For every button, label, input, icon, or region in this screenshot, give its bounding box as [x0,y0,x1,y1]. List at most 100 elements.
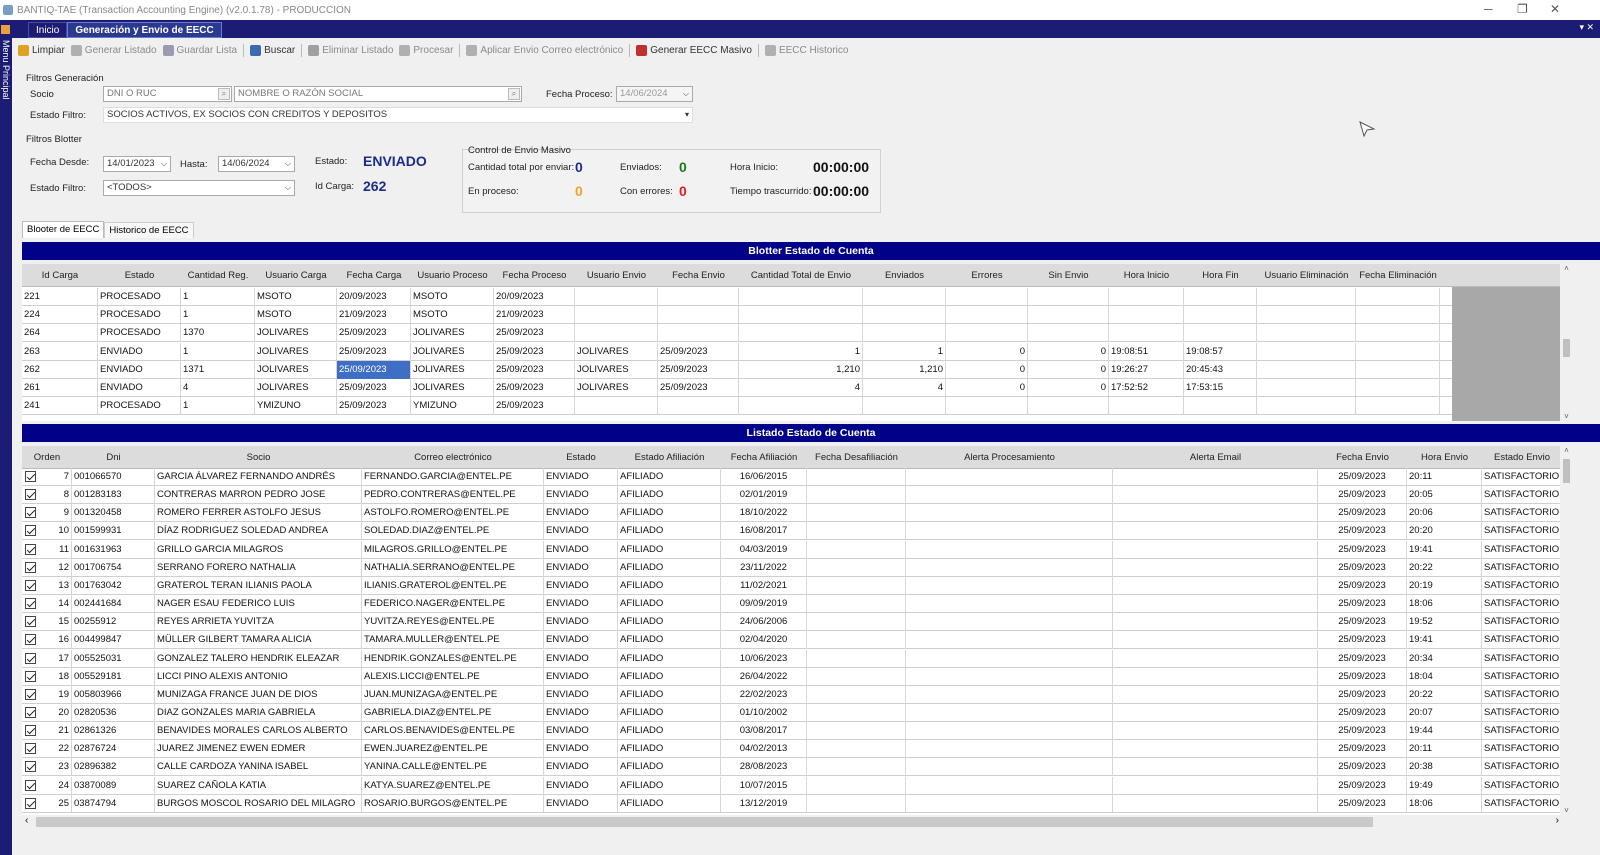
dni-ruc-input[interactable]: DNI O RUC ⌕ [103,86,232,102]
blotter-col-header[interactable]: Errores [946,264,1028,287]
listado-grid[interactable]: Orden Dni Socio Correo electrónico Estado Est… [22,446,1562,815]
listado-hscroll[interactable]: ‹ › [22,815,1567,829]
listado-vscroll[interactable]: ˄ ˅ [1560,446,1573,815]
blotter-row[interactable]: 224 PROCESADO 1 MSOTO 21/09/2023 MSOTO 21/09/2… [22,306,1452,325]
listado-col-header[interactable]: Fecha Afiliación [721,446,807,469]
blotter-row[interactable]: 221 PROCESADO 1 MSOTO 20/09/2023 MSOTO 20/09/2… [22,288,1452,306]
listado-col-header[interactable]: Alerta Email [1113,446,1318,469]
row-checkbox[interactable] [25,670,36,682]
listado-col-header[interactable]: Estado Envio [1482,446,1562,469]
row-checkbox[interactable] [25,634,36,646]
listado-row[interactable]: 15 00255912 REYES ARRIETA YUVITZA YUVITZA.R… [22,613,1562,632]
listado-row[interactable]: 18 005529181 LICCI PINO ALEXIS ANTONIO ALEX… [22,667,1562,686]
blotter-col-header[interactable]: Id Carga [22,264,98,287]
row-checkbox[interactable] [25,688,36,700]
listado-row[interactable]: 13 001763042 GRATEROL TERAN ILIANIS PAOLA I… [22,576,1562,595]
listado-row[interactable]: 20 02820536 DIAZ GONZALES MARIA GABRIELA GA… [22,703,1562,722]
row-checkbox[interactable] [25,489,36,501]
listado-row[interactable]: 17 005525031 GONZALEZ TALERO HENDRIK ELEAZ… [22,649,1562,668]
toolbar-button-generar-eecc-masivo[interactable]: Generar EECC Masivo [636,44,752,56]
toolbar-button-buscar[interactable]: Buscar [250,44,295,56]
blotter-row[interactable]: 262 ENVIADO 1371 JOLIVARES 25/09/2023 JOLIVAR… [22,360,1452,379]
toolbar-button-limpiar[interactable]: Limpiar [18,44,65,56]
listado-row[interactable]: 11 001631963 GRILLO GARCIA MILAGROS MILAGRO… [22,540,1562,559]
blotter-col-header[interactable]: Cantidad Reg. [181,264,255,287]
row-checkbox[interactable] [25,543,36,555]
blotter-row[interactable]: 261 ENVIADO 4 JOLIVARES 25/09/2023 JOLIVARES 2… [22,379,1452,397]
row-checkbox[interactable] [25,616,36,628]
hasta-input[interactable]: 14/06/2024 ⌵ [218,156,295,172]
fecha-desde-input[interactable]: 14/01/2023 ⌵ [103,156,171,172]
toolbar-button-guardar-lista[interactable]: Guardar Lista [162,44,237,56]
blotter-col-header[interactable]: Usuario Eliminación [1257,264,1356,287]
menu-principal-label[interactable]: Menu Principal [1,40,11,100]
listado-row[interactable]: 22 02876724 JUAREZ JIMENEZ EWEN EDMER EWEN.… [22,740,1562,759]
tab-generacion-envio-eecc[interactable]: Generación y Envio de EECC [67,22,222,38]
estado-filtro-gen-select[interactable]: SOCIOS ACTIVOS, EX SOCIOS CON CREDITOS Y… [103,107,693,123]
listado-col-header[interactable]: Estado [544,446,618,469]
blotter-col-header[interactable]: Fecha Envio [658,264,739,287]
listado-col-header[interactable]: Orden [22,446,72,469]
row-checkbox[interactable] [25,598,36,610]
blotter-vscroll[interactable]: ˄ ˅ [1560,264,1573,421]
row-checkbox[interactable] [25,797,36,809]
row-checkbox[interactable] [25,779,36,791]
minimize-icon[interactable]: ─ [1484,2,1493,16]
row-checkbox[interactable] [25,706,36,718]
row-checkbox[interactable] [25,561,36,573]
tab-historico-eecc[interactable]: Historico de EECC [104,222,194,238]
listado-row[interactable]: 14 002441684 NAGER ESAU FEDERICO LUIS FEDER… [22,595,1562,614]
fecha-proceso-input[interactable]: 14/06/2024 ⌵ [616,86,693,102]
blotter-col-header[interactable]: Fecha Eliminación [1356,264,1440,287]
listado-row[interactable]: 9 001320458 ROMERO FERRER ASTOLFO JESUS AST… [22,504,1562,523]
blotter-col-header[interactable]: Cantidad Total de Envio [739,264,863,287]
blotter-row[interactable]: 263 ENVIADO 1 JOLIVARES 25/09/2023 JOLIVARES 2… [22,342,1452,361]
listado-row[interactable]: 12 001706754 SERRANO FORERO NATHALIA NATHAL… [22,558,1562,577]
listado-col-header[interactable]: Socio [155,446,362,469]
toolbar-button-procesar[interactable]: Procesar [399,44,453,56]
listado-row[interactable]: 23 02896382 CALLE CARDOZA YANINA ISABEL YAN… [22,758,1562,777]
listado-row[interactable]: 7 001066570 GARCIA ÁLVAREZ FERNANDO ANDRÉS… [22,468,1562,486]
row-checkbox[interactable] [25,652,36,664]
row-checkbox[interactable] [25,725,36,737]
blotter-col-header[interactable]: Hora Inicio [1109,264,1184,287]
listado-row[interactable]: 10 001599931 DÍAZ RODRIGUEZ SOLEDAD ANDREA… [22,522,1562,541]
listado-col-header[interactable]: Fecha Envio [1318,446,1407,469]
listado-row[interactable]: 25 03874794 BURGOS MOSCOL ROSARIO DEL MILA… [22,794,1562,813]
blotter-row[interactable]: 241 PROCESADO 1 YMIZUNO 25/09/2023 YMIZUNO 25/… [22,397,1452,416]
toolbar-button-eliminar-listado[interactable]: Eliminar Listado [308,44,393,56]
estado-filtro-blotter-select[interactable]: <TODOS> ⌵ [103,180,295,196]
row-checkbox[interactable] [25,579,36,591]
close-icon[interactable]: ✕ [1550,2,1560,16]
listado-col-header[interactable]: Dni [72,446,155,469]
toolbar-button-aplicar-envio-correo-electr-nico[interactable]: Aplicar Envio Correo electrónico [466,44,623,56]
blotter-col-header[interactable]: Usuario Carga [255,264,337,287]
menu-principal-sidebar[interactable]: Menu Principal [0,20,12,855]
row-checkbox[interactable] [25,761,36,773]
blotter-row[interactable]: 264 PROCESADO 1370 JOLIVARES 25/09/2023 JOLIV… [22,324,1452,343]
search-dni-icon[interactable]: ⌕ [218,88,230,100]
blotter-col-header[interactable]: Enviados [863,264,946,287]
listado-row[interactable]: 8 001283183 CONTRERAS MARRON PEDRO JOSE PED… [22,486,1562,505]
listado-col-header[interactable]: Hora Envio [1407,446,1482,469]
blotter-col-header[interactable]: Usuario Envio [575,264,658,287]
blotter-col-header[interactable]: Sin Envio [1028,264,1109,287]
listado-row[interactable]: 19 005803966 MUNIZAGA FRANCE JUAN DE DIOS J… [22,685,1562,704]
tab-blooter-eecc[interactable]: Blooter de EECC [22,221,105,238]
listado-row[interactable]: 21 02861326 BENAVIDES MORALES CARLOS ALBER… [22,722,1562,741]
toolbar-button-eecc-historico[interactable]: EECC Historico [764,44,848,56]
listado-col-header[interactable]: Alerta Procesamiento [906,446,1113,469]
blotter-grid[interactable]: Id Carga Estado Cantidad Reg. Usuario Carga… [22,264,1562,421]
blotter-col-header[interactable]: Usuario Proceso [411,264,494,287]
row-checkbox[interactable] [25,471,36,482]
search-nombre-icon[interactable]: ⌕ [508,88,520,100]
row-checkbox[interactable] [25,507,36,519]
listado-row[interactable]: 16 004499847 MÜLLER GILBERT TAMARA ALICIA T… [22,631,1562,650]
listado-col-header[interactable]: Estado Afiliación [618,446,721,469]
row-checkbox[interactable] [25,525,36,537]
blotter-col-header[interactable]: Hora Fin [1184,264,1257,287]
tab-inicio[interactable]: Inicio [28,22,68,38]
tab-dropdown-icon[interactable]: ▾ ✕ [1579,22,1594,33]
blotter-col-header[interactable]: Fecha Proceso [494,264,575,287]
listado-col-header[interactable]: Correo electrónico [362,446,544,469]
